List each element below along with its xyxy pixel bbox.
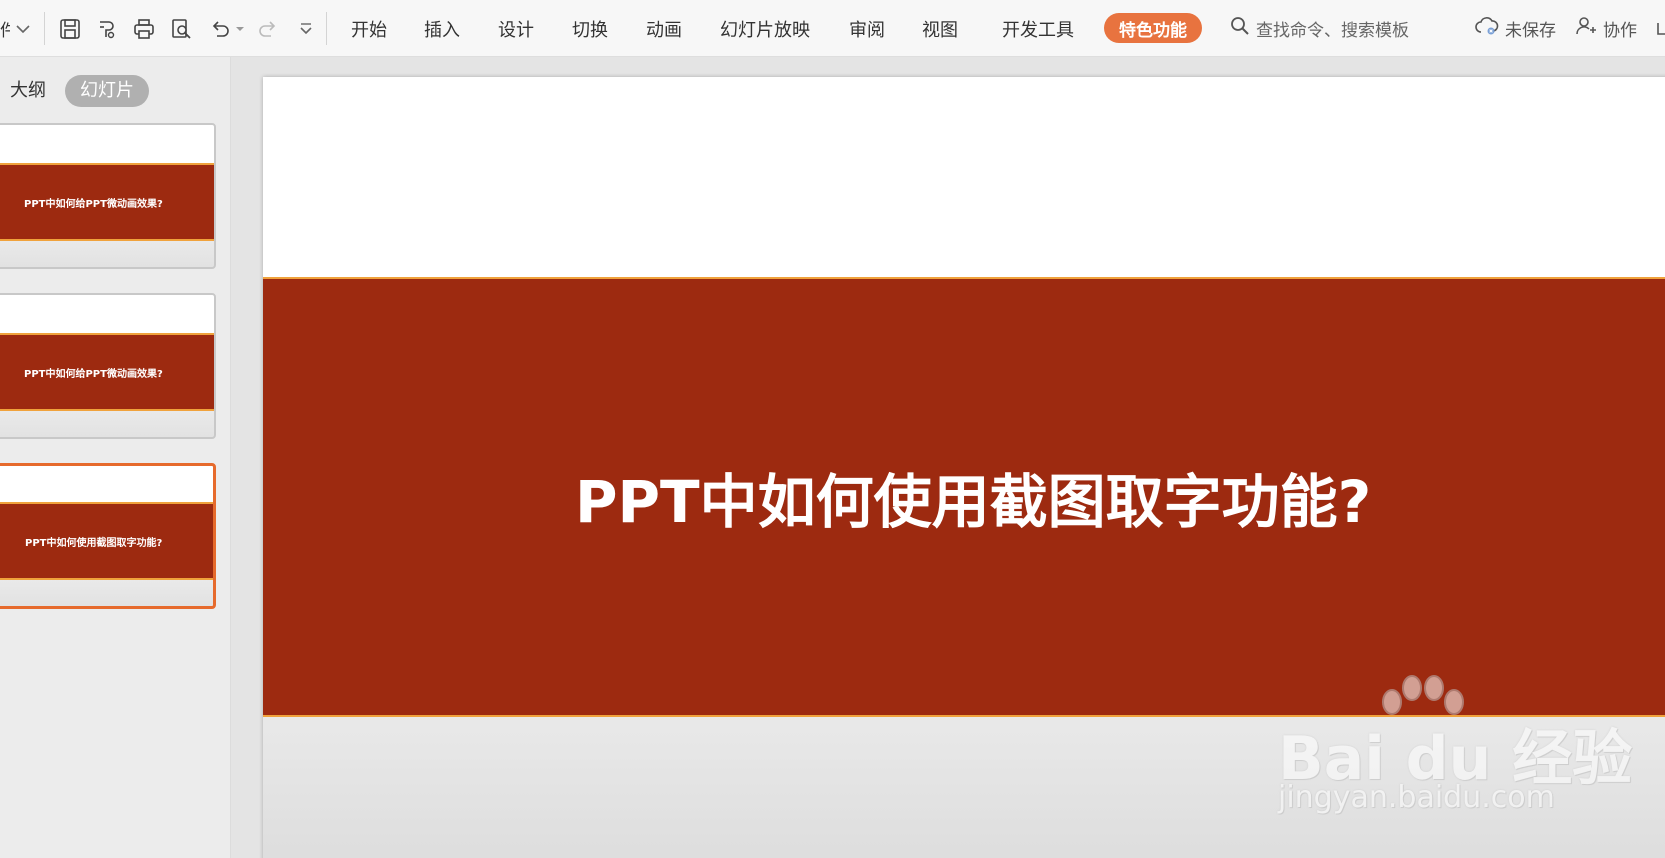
customize-toolbar-icon[interactable] (295, 0, 317, 57)
thumbnail-band: PPT中如何给PPT微动画效果? (0, 163, 214, 241)
thumbnail-title: PPT中如何给PPT微动画效果? (24, 368, 163, 380)
presentation-app: 件 开始 插入 设计 切换 动画 幻灯片放映 审阅 视图 开发工具 特色功能 查… (0, 0, 1665, 858)
tab-slideshow[interactable]: 幻灯片放映 (720, 0, 810, 57)
slide-thumbnail-3[interactable]: PPT中如何使用截图取字功能? (0, 463, 216, 609)
tab-animations[interactable]: 动画 (646, 0, 682, 57)
watermark-url: jingyan.baidu.com (1278, 780, 1555, 815)
baidu-watermark: Bai du 经验 jingyan.baidu.com (1270, 674, 1632, 824)
tab-view[interactable]: 视图 (922, 0, 958, 57)
share-icon[interactable] (1655, 0, 1665, 57)
format-painter-icon[interactable] (94, 0, 120, 57)
thumbnail-title: PPT中如何使用截图取字功能? (25, 537, 163, 549)
tab-design[interactable]: 设计 (498, 0, 534, 57)
file-menu-chevron-icon[interactable] (12, 0, 34, 57)
slide-title-band: PPT中如何使用截图取字功能? (263, 277, 1665, 717)
tab-slides[interactable]: 幻灯片 (65, 75, 149, 107)
main-toolbar: 件 开始 插入 设计 切换 动画 幻灯片放映 审阅 视图 开发工具 特色功能 查… (0, 0, 1665, 57)
print-preview-icon[interactable] (168, 0, 194, 57)
unsaved-label: 未保存 (1505, 21, 1556, 41)
thumbnail-band: PPT中如何使用截图取字功能? (0, 502, 213, 580)
tab-insert[interactable]: 插入 (424, 0, 460, 57)
toolbar-separator (44, 12, 45, 45)
search-icon (1230, 16, 1250, 41)
unsaved-status-button[interactable]: 未保存 (1475, 0, 1556, 57)
tab-developer[interactable]: 开发工具 (1002, 0, 1074, 57)
tab-review[interactable]: 审阅 (849, 0, 885, 57)
slide-thumbnail-2[interactable]: PPT中如何给PPT微动画效果? (0, 293, 216, 439)
search-placeholder: 查找命令、搜索模板 (1256, 21, 1409, 41)
redo-icon[interactable] (255, 0, 281, 57)
tab-outline[interactable]: 大纲 (10, 75, 46, 107)
print-icon[interactable] (131, 0, 157, 57)
undo-icon[interactable] (207, 0, 233, 57)
slides-panel: 大纲 幻灯片 PPT中如何给PPT微动画效果? PPT中如何给PPT微动画效果?… (0, 57, 231, 858)
slide-thumbnail-1[interactable]: PPT中如何给PPT微动画效果? (0, 123, 216, 269)
tab-special-features[interactable]: 特色功能 (1104, 13, 1202, 43)
thumbnail-band: PPT中如何给PPT微动画效果? (0, 333, 214, 411)
command-search[interactable]: 查找命令、搜索模板 (1230, 0, 1409, 57)
collaborate-label: 协作 (1603, 21, 1637, 41)
thumbnail-title: PPT中如何给PPT微动画效果? (24, 198, 163, 210)
tab-home[interactable]: 开始 (351, 0, 387, 57)
collaborate-icon (1575, 16, 1597, 41)
file-menu-stub[interactable]: 件 (0, 0, 10, 57)
save-icon[interactable] (57, 0, 83, 57)
toolbar-separator (326, 12, 327, 45)
undo-dropdown-icon[interactable] (233, 0, 247, 57)
slide-title[interactable]: PPT中如何使用截图取字功能? (575, 279, 1371, 715)
tab-transitions[interactable]: 切换 (572, 0, 608, 57)
collaborate-button[interactable]: 协作 (1575, 0, 1637, 57)
cloud-unsaved-icon (1475, 16, 1499, 41)
